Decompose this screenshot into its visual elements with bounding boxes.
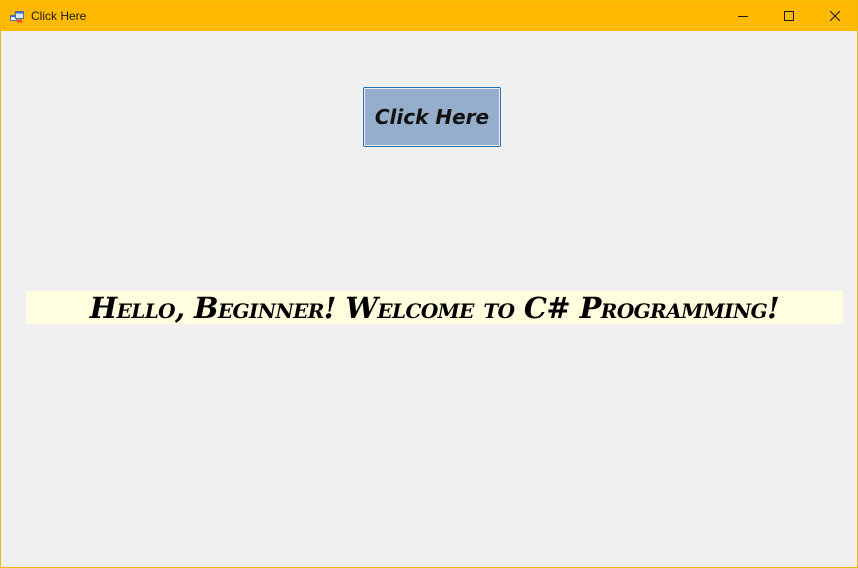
minimize-icon [738,11,748,21]
close-icon [830,11,840,21]
click-here-button[interactable]: Click Here [363,87,501,147]
maximize-button[interactable] [766,1,812,31]
close-button[interactable] [812,1,857,31]
click-here-button-label: Click Here [365,89,499,145]
welcome-label: Hello, Beginner! Welcome to C# Programmi… [26,291,843,324]
app-window: Click Here Click Here Hello, Beginner! W… [0,0,858,568]
app-icon [10,10,24,23]
maximize-icon [784,11,794,21]
minimize-button[interactable] [720,1,766,31]
title-bar[interactable]: Click Here [1,1,857,31]
window-title: Click Here [31,9,87,23]
